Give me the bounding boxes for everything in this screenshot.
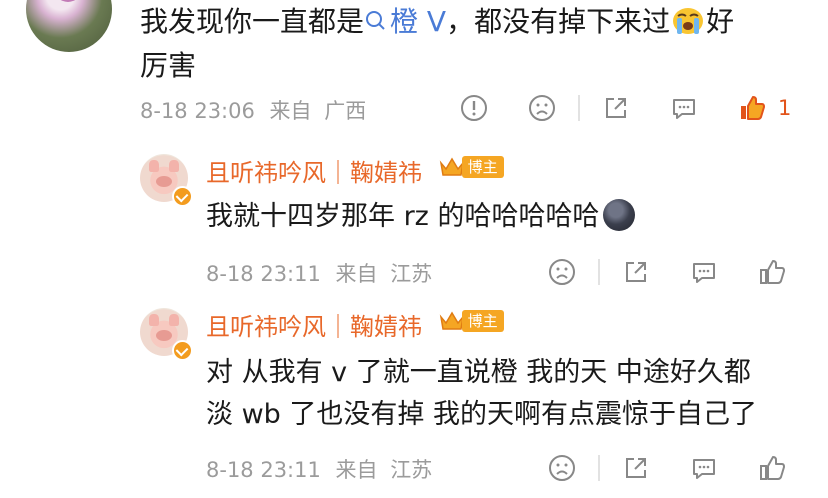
flower-image (54, 0, 82, 2)
location: 江苏 (390, 262, 433, 286)
author-name[interactable]: 且听祎吟风｜鞠婧祎 博主 (206, 308, 504, 344)
share-button[interactable] (600, 92, 632, 124)
dislike-button[interactable] (526, 92, 558, 124)
dislike-button[interactable] (546, 256, 578, 288)
search-icon (366, 11, 385, 30)
sad-face-icon (529, 95, 555, 121)
comment-icon (673, 99, 695, 119)
reply-meta: 8-18 23:11 来自 江苏 (206, 262, 433, 286)
report-button[interactable] (458, 92, 490, 124)
author-name[interactable]: 且听祎吟风｜鞠婧祎 博主 (206, 154, 504, 190)
comment-actions: 1 (458, 92, 791, 124)
reply-actions (546, 256, 788, 288)
from-label: 来自 (269, 99, 312, 123)
location: 广西 (324, 99, 367, 123)
verified-badge-icon (172, 186, 193, 207)
comment-text: 我发现你一直都是橙 V，都没有掉下来过好 厉害 (140, 5, 735, 82)
like-button[interactable] (756, 256, 788, 288)
blogger-badge: 博主 (438, 154, 504, 180)
like-button[interactable] (736, 92, 768, 124)
thumbs-up-icon (741, 96, 765, 120)
comment-icon (693, 263, 715, 283)
timestamp: 8-18 23:06 (140, 99, 255, 123)
location: 江苏 (390, 458, 433, 482)
reply-meta: 8-18 23:11 来自 江苏 (206, 458, 433, 482)
comment-button[interactable] (688, 256, 720, 288)
like-count: 1 (778, 96, 792, 120)
avatar[interactable] (26, 0, 112, 52)
verified-badge-icon (172, 340, 193, 361)
blogger-badge: 博主 (438, 308, 504, 334)
thumbs-up-icon (760, 260, 785, 284)
share-icon (626, 262, 646, 282)
sad-face-icon (549, 259, 575, 285)
comment-meta: 8-18 23:06 来自 广西 (140, 95, 366, 125)
share-icon (606, 98, 626, 118)
divider (578, 95, 580, 121)
comment-icon (693, 459, 715, 479)
share-icon (626, 458, 646, 478)
share-button[interactable] (620, 452, 652, 484)
divider (598, 455, 600, 481)
timestamp: 8-18 23:11 (206, 458, 321, 482)
super-topic-tag[interactable]: 橙 V (364, 5, 446, 38)
reply-text: 我就十四岁那年 rz 的哈哈哈哈哈 (206, 196, 636, 238)
reply-item: 且听祎吟风｜鞠婧祎 博主 对 从我有 v 了就一直说橙 我的天 中途好久都 淡 … (140, 308, 828, 448)
reply-item: 且听祎吟风｜鞠婧祎 博主 我就十四岁那年 rz 的哈哈哈哈哈 (140, 154, 828, 264)
comment-button[interactable] (668, 92, 700, 124)
comment-button[interactable] (688, 452, 720, 484)
new-moon-face-icon (603, 199, 636, 231)
like-button[interactable] (756, 452, 788, 484)
report-icon (461, 95, 487, 121)
sad-face-icon (549, 455, 575, 481)
share-button[interactable] (620, 256, 652, 288)
timestamp: 8-18 23:11 (206, 262, 321, 286)
reply-actions (546, 452, 788, 484)
crying-face-icon (673, 8, 704, 34)
divider (598, 259, 600, 285)
dislike-button[interactable] (546, 452, 578, 484)
thumbs-up-icon (760, 456, 785, 480)
reply-text: 对 从我有 v 了就一直说橙 我的天 中途好久都 淡 wb 了也没有掉 我的天啊… (206, 357, 757, 430)
